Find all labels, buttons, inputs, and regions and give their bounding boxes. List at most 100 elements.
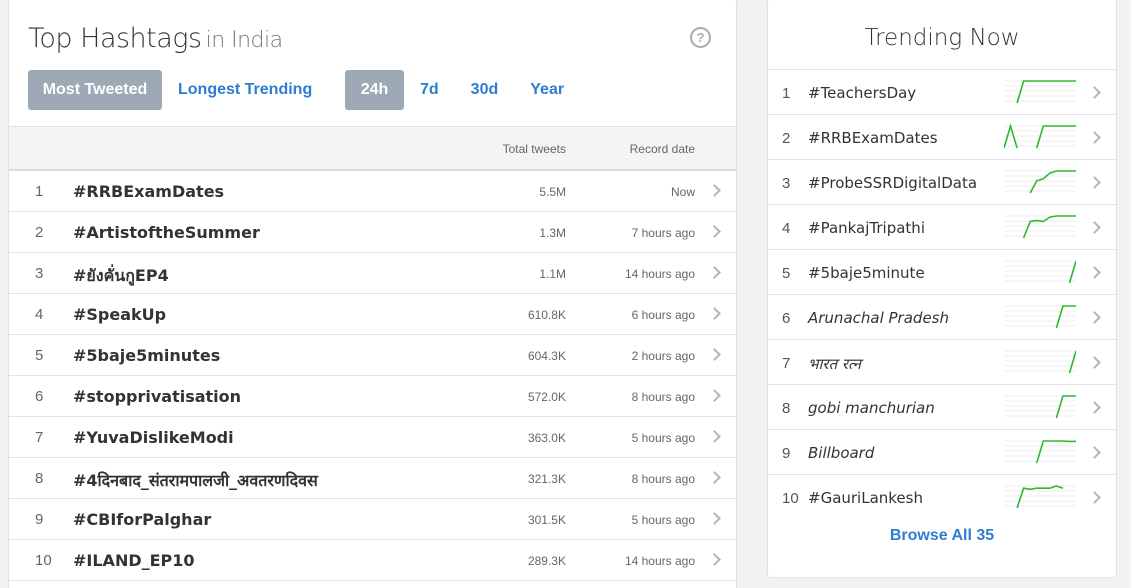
trending-item[interactable]: 8 gobi manchurian xyxy=(768,384,1116,429)
table-row[interactable]: 5 #5baje5minutes 604.3K 2 hours ago xyxy=(9,335,736,376)
chevron-right-icon[interactable] xyxy=(710,468,720,488)
row-record-date: 8 hours ago xyxy=(631,390,695,404)
trending-now-panel: Trending Now 1 #TeachersDay 2 #RRBExamDates… xyxy=(767,0,1117,578)
trending-item[interactable]: 9 Billboard xyxy=(768,429,1116,474)
chevron-right-icon[interactable] xyxy=(710,181,720,201)
tab-most-tweeted[interactable]: Most Tweeted xyxy=(28,70,162,110)
sparkline-chart xyxy=(1004,395,1076,419)
sparkline-chart xyxy=(1004,260,1076,284)
tab-30d[interactable]: 30d xyxy=(471,70,499,110)
chevron-right-icon[interactable] xyxy=(710,550,720,570)
row-record-date: Now xyxy=(670,185,695,199)
trend-rank: 5 xyxy=(782,265,791,282)
table-row[interactable]: 6 #stopprivatisation 572.0K 8 hours ago xyxy=(9,376,736,417)
sparkline-chart xyxy=(1004,485,1076,509)
chevron-right-icon[interactable] xyxy=(710,304,720,324)
trending-item[interactable]: 7 भारत रत्न xyxy=(768,339,1116,384)
chevron-right-icon[interactable] xyxy=(710,509,720,529)
trend-rank: 6 xyxy=(782,310,791,327)
chevron-right-icon[interactable] xyxy=(1090,218,1100,238)
trend-rank: 4 xyxy=(782,220,791,237)
title-location: in India xyxy=(205,28,284,53)
chevron-right-icon[interactable] xyxy=(710,427,720,447)
row-record-date: 8 hours ago xyxy=(631,472,695,486)
trend-name[interactable]: #RRBExamDates xyxy=(808,129,938,147)
chevron-right-icon[interactable] xyxy=(1090,443,1100,463)
table-row[interactable]: 10 #ILAND_EP10 289.3K 14 hours ago xyxy=(9,540,736,581)
top-hashtags-panel: Top Hashtags in India ? Most Tweeted Long… xyxy=(8,0,737,588)
sparkline-line xyxy=(1068,350,1076,374)
chevron-right-icon[interactable] xyxy=(710,345,720,365)
tab-longest-trending[interactable]: Longest Trending xyxy=(178,70,312,110)
row-hashtag[interactable]: #ArtistoftheSummer xyxy=(73,223,260,242)
table-row[interactable]: 1 #RRBExamDates 5.5M Now xyxy=(9,171,736,212)
row-record-date: 7 hours ago xyxy=(631,226,695,240)
chevron-right-icon[interactable] xyxy=(1090,128,1100,148)
row-hashtag[interactable]: #SpeakUp xyxy=(73,305,166,324)
trend-name[interactable]: gobi manchurian xyxy=(808,399,935,417)
trending-now-title: Trending Now xyxy=(864,25,1020,51)
row-hashtag[interactable]: #ILAND_EP10 xyxy=(73,551,195,570)
chevron-right-icon[interactable] xyxy=(1090,263,1100,283)
row-rank: 2 xyxy=(35,224,44,241)
chevron-right-icon[interactable] xyxy=(710,222,720,242)
sparkline-line xyxy=(1016,485,1064,509)
trend-rank: 2 xyxy=(782,130,791,147)
sparkline-line xyxy=(1016,80,1076,104)
trend-name[interactable]: #PankajTripathi xyxy=(808,219,925,237)
row-hashtag[interactable]: #stopprivatisation xyxy=(73,387,241,406)
sparkline-chart xyxy=(1004,305,1076,329)
trending-item[interactable]: 10 #GauriLankesh xyxy=(768,474,1116,519)
chevron-right-icon[interactable] xyxy=(710,263,720,283)
table-row[interactable]: 4 #SpeakUp 610.8K 6 hours ago xyxy=(9,294,736,335)
row-rank: 9 xyxy=(35,511,44,528)
row-hashtag[interactable]: #ยังคั่นกูEP4 xyxy=(73,264,169,289)
row-hashtag[interactable]: #RRBExamDates xyxy=(73,182,224,201)
table-row[interactable]: 9 #CBIforPalghar 301.5K 5 hours ago xyxy=(9,499,736,540)
chevron-right-icon[interactable] xyxy=(710,386,720,406)
table-row[interactable]: 3 #ยังคั่นกูEP4 1.1M 14 hours ago xyxy=(9,253,736,294)
trending-item[interactable]: 4 #PankajTripathi xyxy=(768,204,1116,249)
table-row[interactable]: 7 #YuvaDislikeModi 363.0K 5 hours ago xyxy=(9,417,736,458)
chevron-right-icon[interactable] xyxy=(1090,488,1100,508)
sparkline-chart xyxy=(1004,123,1076,149)
trending-item[interactable]: 3 #ProbeSSRDigitalData xyxy=(768,159,1116,204)
tab-24h[interactable]: 24h xyxy=(345,70,404,110)
trending-item[interactable]: 5 #5baje5minute xyxy=(768,249,1116,294)
help-icon[interactable]: ? xyxy=(690,27,711,48)
row-record-date: 2 hours ago xyxy=(631,349,695,363)
row-record-date: 6 hours ago xyxy=(631,308,695,322)
row-rank: 6 xyxy=(35,388,44,405)
trend-name[interactable]: #5baje5minute xyxy=(808,264,925,282)
trending-item[interactable]: 6 Arunachal Pradesh xyxy=(768,294,1116,339)
tab-year[interactable]: Year xyxy=(530,70,564,110)
table-row[interactable]: 2 #ArtistoftheSummer 1.3M 7 hours ago xyxy=(9,212,736,253)
chevron-right-icon[interactable] xyxy=(1090,308,1100,328)
sparkline-chart xyxy=(1004,440,1076,464)
row-hashtag[interactable]: #YuvaDislikeModi xyxy=(73,428,234,447)
tab-7d[interactable]: 7d xyxy=(420,70,439,110)
trending-item[interactable]: 1 #TeachersDay xyxy=(768,69,1116,114)
chevron-right-icon[interactable] xyxy=(1090,398,1100,418)
col-record-date[interactable]: Record date xyxy=(630,142,695,156)
chevron-right-icon[interactable] xyxy=(1090,353,1100,373)
row-total-tweets: 1.1M xyxy=(539,267,566,281)
trend-name[interactable]: Arunachal Pradesh xyxy=(808,309,949,327)
row-hashtag[interactable]: #5baje5minutes xyxy=(73,346,220,365)
chevron-right-icon[interactable] xyxy=(1090,173,1100,193)
page-title: Top Hashtags in India xyxy=(28,23,283,54)
col-total-tweets[interactable]: Total tweets xyxy=(503,142,566,156)
sparkline-line xyxy=(1035,440,1076,464)
table-row[interactable]: 8 #4दिनबाद_संतरामपालजी_अवतरणदिवस 321.3K 8 h… xyxy=(9,458,736,499)
trending-item[interactable]: 2 #RRBExamDates xyxy=(768,114,1116,159)
row-hashtag[interactable]: #CBIforPalghar xyxy=(73,510,211,529)
table-header: Total tweets Record date xyxy=(9,126,736,171)
trend-name[interactable]: #TeachersDay xyxy=(808,84,916,102)
trend-name[interactable]: #GauriLankesh xyxy=(808,489,923,507)
browse-all-link[interactable]: Browse All 35 xyxy=(768,527,1116,545)
chevron-right-icon[interactable] xyxy=(1090,83,1100,103)
row-hashtag[interactable]: #4दिनबाद_संतरामपालजी_अवतरणदिवस xyxy=(73,469,318,491)
trend-name[interactable]: Billboard xyxy=(808,444,874,462)
trend-name[interactable]: भारत रत्न xyxy=(808,354,861,374)
trend-name[interactable]: #ProbeSSRDigitalData xyxy=(808,174,977,192)
